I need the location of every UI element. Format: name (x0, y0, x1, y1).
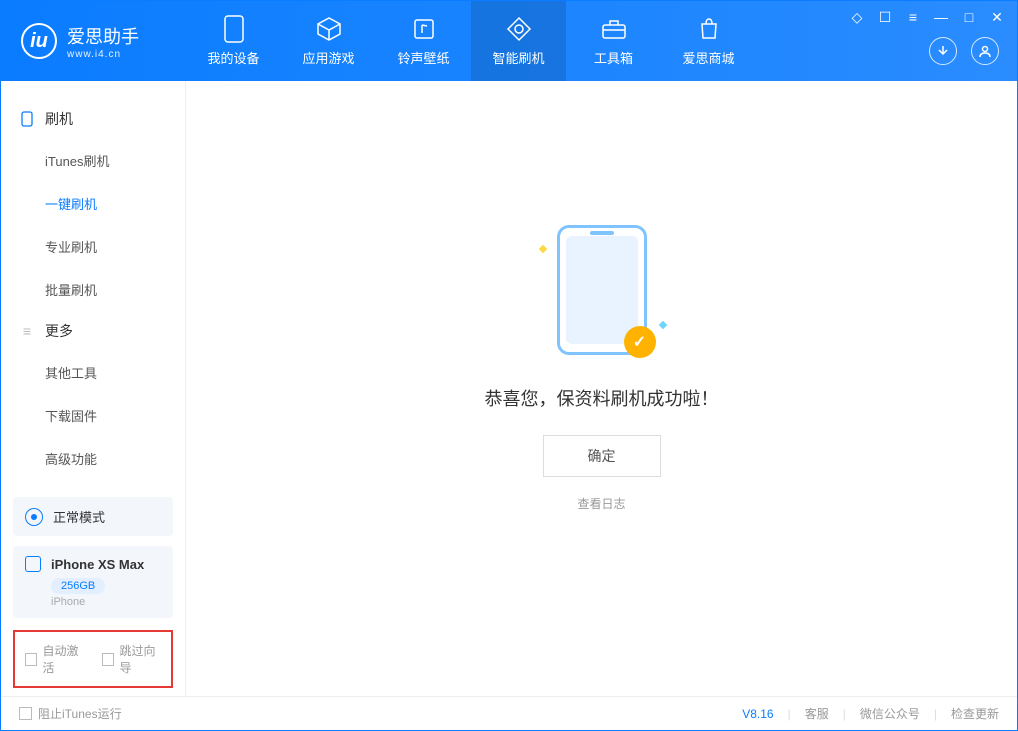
shop-icon (695, 15, 723, 43)
nav-flash[interactable]: 智能刷机 (471, 1, 566, 81)
divider: | (843, 707, 846, 721)
status-bar: 阻止iTunes运行 V8.16 | 客服 | 微信公众号 | 检查更新 (1, 696, 1017, 730)
sidebar-item-advanced[interactable]: 高级功能 (1, 437, 185, 480)
device-type: iPhone (51, 596, 161, 608)
checkbox-label: 跳过向导 (120, 642, 162, 676)
app-name: 爱思助手 (67, 23, 139, 49)
section-header-flash[interactable]: 刷机 (1, 99, 185, 139)
success-message: 恭喜您，保资料刷机成功啦！ (485, 385, 719, 411)
maximize-button[interactable]: □ (961, 9, 977, 26)
nav-label: 爱思商城 (682, 48, 734, 67)
sidebar: 刷机 iTunes刷机 一键刷机 专业刷机 批量刷机 ≡ 更多 其他工具 下载固… (1, 81, 186, 696)
nav-toolbox[interactable]: 工具箱 (566, 1, 661, 81)
cube-icon (315, 15, 343, 43)
checkbox-icon (102, 653, 114, 666)
view-log-link[interactable]: 查看日志 (577, 495, 625, 512)
nav-label: 智能刷机 (492, 48, 544, 67)
device-icon (220, 15, 248, 43)
footer-right: V8.16 | 客服 | 微信公众号 | 检查更新 (742, 705, 999, 722)
checkbox-icon (19, 707, 32, 720)
device-info[interactable]: iPhone XS Max 256GB iPhone (13, 546, 173, 618)
nav-label: 应用游戏 (302, 48, 354, 67)
checkbox-auto-activate[interactable]: 自动激活 (25, 642, 84, 676)
phone-illustration: ✓ (557, 225, 647, 355)
nav-apps-games[interactable]: 应用游戏 (281, 1, 376, 81)
checkbox-icon (25, 653, 37, 666)
title-bar: iu 爱思助手 www.i4.cn 我的设备 应用游戏 铃声壁纸 智能刷机 工具… (1, 1, 1017, 81)
close-button[interactable]: ✕ (989, 9, 1005, 26)
mode-box[interactable]: 正常模式 (13, 497, 173, 536)
sidebar-section-flash: 刷机 iTunes刷机 一键刷机 专业刷机 批量刷机 (1, 99, 185, 311)
nav-label: 铃声壁纸 (397, 48, 449, 67)
flash-options-highlighted: 自动激活 跳过向导 (13, 630, 173, 688)
menu-icon[interactable]: ≡ (905, 9, 921, 26)
divider: | (788, 707, 791, 721)
sidebar-item-itunes-flash[interactable]: iTunes刷机 (1, 139, 185, 182)
device-row: iPhone XS Max (25, 556, 161, 572)
nav-label: 工具箱 (594, 48, 633, 67)
sidebar-item-pro-flash[interactable]: 专业刷机 (1, 225, 185, 268)
footer-link-wechat[interactable]: 微信公众号 (860, 705, 920, 722)
lock-icon[interactable]: ☐ (877, 9, 893, 26)
download-button[interactable] (929, 37, 957, 65)
tshirt-icon[interactable]: ◇ (849, 9, 865, 26)
section-header-more[interactable]: ≡ 更多 (1, 311, 185, 351)
sidebar-item-batch-flash[interactable]: 批量刷机 (1, 268, 185, 311)
nav-shop[interactable]: 爱思商城 (661, 1, 756, 81)
app-logo-icon: iu (21, 23, 57, 59)
sidebar-section-more: ≡ 更多 其他工具 下载固件 高级功能 (1, 311, 185, 480)
checkbox-label: 阻止iTunes运行 (38, 705, 122, 722)
main-nav: 我的设备 应用游戏 铃声壁纸 智能刷机 工具箱 爱思商城 (186, 1, 756, 81)
refresh-icon (505, 15, 533, 43)
toolbox-icon (600, 15, 628, 43)
nav-ringtones[interactable]: 铃声壁纸 (376, 1, 471, 81)
phone-small-icon (25, 556, 41, 572)
sidebar-item-other-tools[interactable]: 其他工具 (1, 351, 185, 394)
music-icon (410, 15, 438, 43)
device-name: iPhone XS Max (51, 557, 144, 572)
ok-button[interactable]: 确定 (543, 435, 661, 477)
success-check-icon: ✓ (624, 326, 656, 358)
sparkle-icon (538, 245, 546, 253)
minimize-button[interactable]: — (933, 9, 949, 26)
sidebar-item-download-firmware[interactable]: 下载固件 (1, 394, 185, 437)
menu-lines-icon: ≡ (19, 323, 35, 339)
section-title: 更多 (45, 321, 73, 341)
version-label: V8.16 (742, 707, 773, 721)
phone-outline-icon (19, 111, 35, 127)
checkbox-label: 自动激活 (43, 642, 85, 676)
footer-link-support[interactable]: 客服 (805, 705, 829, 722)
section-title: 刷机 (45, 109, 73, 129)
mode-label: 正常模式 (53, 507, 105, 526)
header-actions (929, 37, 999, 65)
checkbox-skip-guide[interactable]: 跳过向导 (102, 642, 161, 676)
nav-my-device[interactable]: 我的设备 (186, 1, 281, 81)
footer-link-update[interactable]: 检查更新 (951, 705, 999, 722)
checkbox-block-itunes[interactable]: 阻止iTunes运行 (19, 705, 122, 722)
sparkle-icon (658, 321, 666, 329)
body: 刷机 iTunes刷机 一键刷机 专业刷机 批量刷机 ≡ 更多 其他工具 下载固… (1, 81, 1017, 696)
sidebar-item-oneclick-flash[interactable]: 一键刷机 (1, 182, 185, 225)
logo-text: 爱思助手 www.i4.cn (67, 23, 139, 60)
success-panel: ✓ 恭喜您，保资料刷机成功啦！ 确定 查看日志 (485, 225, 719, 512)
storage-badge: 256GB (51, 578, 105, 594)
device-panel: 正常模式 iPhone XS Max 256GB iPhone (13, 497, 173, 618)
nav-label: 我的设备 (207, 48, 259, 67)
phone-notch (590, 231, 614, 235)
phone-screen (566, 236, 638, 344)
logo-area: iu 爱思助手 www.i4.cn (1, 23, 186, 60)
main-content: ✓ 恭喜您，保资料刷机成功啦！ 确定 查看日志 (186, 81, 1017, 696)
app-url: www.i4.cn (67, 49, 139, 60)
divider: | (934, 707, 937, 721)
user-button[interactable] (971, 37, 999, 65)
mode-indicator-icon (25, 508, 43, 526)
window-controls: ◇ ☐ ≡ — □ ✕ (849, 9, 1005, 26)
